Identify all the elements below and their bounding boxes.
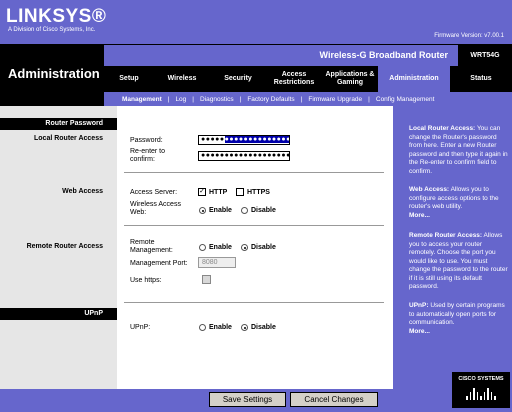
divider <box>124 225 384 226</box>
remote-mgmt-disable-radio[interactable] <box>241 244 248 251</box>
help-upnp: UPnP: Used by certain programs to automa… <box>409 302 509 336</box>
cancel-changes-button[interactable]: Cancel Changes <box>290 392 378 407</box>
help-remote-text: Allows you to access your router remotel… <box>409 232 508 290</box>
wireless-access-web-label: Wireless Access Web: <box>130 201 181 216</box>
subtab-firmware-upgrade[interactable]: Firmware Upgrade <box>308 96 362 103</box>
password-label: Password: <box>130 137 163 144</box>
tab-status[interactable]: Status <box>450 75 512 83</box>
cisco-logo-text: CISCO SYSTEMS <box>458 376 504 382</box>
left-spacer <box>0 92 104 106</box>
tab-security[interactable]: Security <box>210 75 266 83</box>
upnp-enable-radio[interactable] <box>199 324 206 331</box>
tab-setup[interactable]: Setup <box>104 75 154 83</box>
help-web-title: Web Access: <box>409 186 450 193</box>
page-title: Administration <box>0 44 104 92</box>
product-model: WRT54G <box>458 45 512 66</box>
subtab-diagnostics[interactable]: Diagnostics <box>200 96 234 103</box>
subtab-management[interactable]: Management <box>122 96 162 103</box>
tab-access-restrictions[interactable]: Access Restrictions <box>266 71 322 87</box>
management-port-label: Management Port: <box>130 260 188 267</box>
help-web-more-link[interactable]: More... <box>409 212 430 219</box>
help-local-text: You can change the Router's password fro… <box>409 125 508 175</box>
help-remote-title: Remote Router Access: <box>409 232 483 239</box>
help-upnp-title: UPnP: <box>409 302 429 309</box>
subtab-factory-defaults[interactable]: Factory Defaults <box>247 96 294 103</box>
use-https-label: Use https: <box>130 277 162 284</box>
subtab-separator: | <box>167 95 170 103</box>
wireless-web-disable-label: Disable <box>251 207 276 214</box>
tab-applications-gaming[interactable]: Applications & Gaming <box>322 71 378 87</box>
help-web-access: Web Access: Allows you to configure acce… <box>409 186 509 220</box>
upnp-label: UPnP: <box>130 324 151 331</box>
wireless-web-disable-radio[interactable] <box>241 207 248 214</box>
footer-left <box>0 389 117 412</box>
wireless-web-enable-radio[interactable] <box>199 207 206 214</box>
help-upnp-more-link[interactable]: More... <box>409 328 430 335</box>
https-label: HTTPS <box>247 189 270 196</box>
upnp-enable-label: Enable <box>209 324 232 331</box>
https-checkbox[interactable] <box>236 188 244 196</box>
remote-mgmt-enable-radio[interactable] <box>199 244 206 251</box>
help-local-router-access: Local Router Access: You can change the … <box>409 125 509 176</box>
access-server-label: Access Server: <box>130 189 178 196</box>
upnp-disable-radio[interactable] <box>241 324 248 331</box>
section-upnp: UPnP <box>0 308 117 320</box>
help-remote-router-access: Remote Router Access: Allows you to acce… <box>409 232 509 292</box>
linksys-logo: LINKSYS® <box>6 6 107 27</box>
subtab-separator: | <box>368 95 370 103</box>
divider <box>124 172 384 173</box>
password-selection: ●●●●●●●●●●●●●● <box>224 136 290 143</box>
help-local-title: Local Router Access: <box>409 125 476 132</box>
sub-tabs: Management | Log | Diagnostics | Factory… <box>104 92 512 106</box>
wireless-web-enable-label: Enable <box>209 207 232 214</box>
divider <box>124 302 384 303</box>
reenter-label: Re-enter to confirm: <box>130 148 166 163</box>
subtab-config-management[interactable]: Config Management <box>376 96 435 103</box>
product-name: Wireless-G Broadband Router <box>319 50 448 60</box>
remote-mgmt-disable-label: Disable <box>251 244 276 251</box>
http-checkbox[interactable]: ✓ <box>198 188 206 196</box>
section-remote-router-access: Remote Router Access <box>26 243 103 250</box>
cisco-logo: CISCO SYSTEMS <box>452 372 510 408</box>
section-web-access: Web Access <box>62 188 103 195</box>
password-input[interactable]: ●●●●●●●●●●●●●●●●●●● <box>198 135 290 145</box>
use-https-checkbox[interactable] <box>202 275 211 284</box>
tab-wireless[interactable]: Wireless <box>154 75 210 83</box>
password-dots: ●●●●● <box>201 136 225 143</box>
management-port-input[interactable]: 8080 <box>198 257 236 268</box>
upnp-disable-label: Disable <box>251 324 276 331</box>
remote-management-label: Remote Management: <box>130 239 173 254</box>
http-label: HTTP <box>209 189 228 196</box>
subtab-separator: | <box>239 95 242 103</box>
remote-mgmt-enable-label: Enable <box>209 244 232 251</box>
firmware-version: Firmware Version: v7.00.1 <box>434 33 504 39</box>
left-column <box>0 106 117 412</box>
reenter-password-input[interactable]: ●●●●●●●●●●●●●●●●●●● <box>198 151 290 161</box>
logo-tagline: A Division of Cisco Systems, Inc. <box>8 27 96 33</box>
subtab-separator: | <box>192 95 194 103</box>
main-tabs: Setup Wireless Security Access Restricti… <box>104 66 512 92</box>
subtab-separator: | <box>300 95 303 103</box>
product-bar: Wireless-G Broadband Router WRT54G <box>104 44 512 66</box>
section-local-router-access: Local Router Access <box>34 135 103 142</box>
cisco-bars-icon <box>452 386 510 400</box>
save-settings-button[interactable]: Save Settings <box>209 392 286 407</box>
subtab-log[interactable]: Log <box>175 96 186 103</box>
top-bar: LINKSYS® A Division of Cisco Systems, In… <box>0 0 512 44</box>
tab-administration[interactable]: Administration <box>378 66 450 92</box>
section-router-password: Router Password <box>0 118 117 130</box>
